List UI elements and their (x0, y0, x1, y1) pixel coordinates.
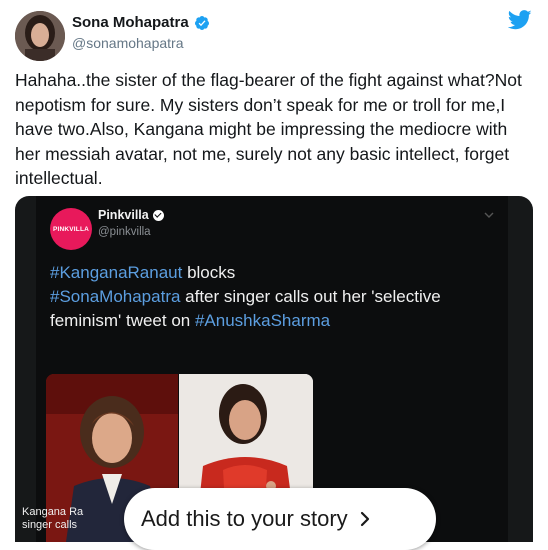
embedded-account-handle: @pinkvilla (98, 226, 151, 238)
author-avatar[interactable] (15, 11, 65, 61)
embedded-verified-icon (152, 209, 164, 221)
twitter-bird-icon[interactable] (507, 10, 532, 30)
pinkvilla-logo: PINKVILLA (50, 208, 92, 250)
post-text-part: blocks (182, 263, 236, 282)
pinkvilla-logo-text: PINKVILLA (52, 225, 90, 233)
hashtag-anushka: #AnushkaSharma (194, 311, 331, 330)
hashtag-sona: #SonaMohapatra (50, 287, 181, 306)
author-name-text[interactable]: Sona Mohapatra (72, 14, 189, 31)
hashtag-kangana: #KanganaRanaut (50, 263, 183, 282)
add-to-story-label: Add this to your story (141, 506, 348, 531)
tweet-text: Hahaha..the sister of the flag-bearer of… (15, 70, 522, 188)
caption-line-1: Kangana Ra (22, 506, 84, 518)
caption-line-2: singer calls (22, 519, 78, 531)
verified-badge-icon (194, 15, 210, 31)
embedded-account-name: Pinkvilla (98, 208, 164, 222)
embedded-caption: Kangana Ra singer calls (22, 506, 102, 532)
embedded-post-text: #KanganaRanaut blocks #SonaMohapatra aft… (50, 261, 490, 333)
add-to-story-button[interactable]: Add this to your story (124, 488, 436, 550)
author-name[interactable]: Sona Mohapatra (72, 14, 210, 31)
more-icon (484, 212, 494, 218)
embedded-account-name-text: Pinkvilla (98, 208, 149, 222)
chevron-right-icon (360, 511, 369, 527)
author-handle[interactable]: @sonamohapatra (72, 35, 184, 51)
